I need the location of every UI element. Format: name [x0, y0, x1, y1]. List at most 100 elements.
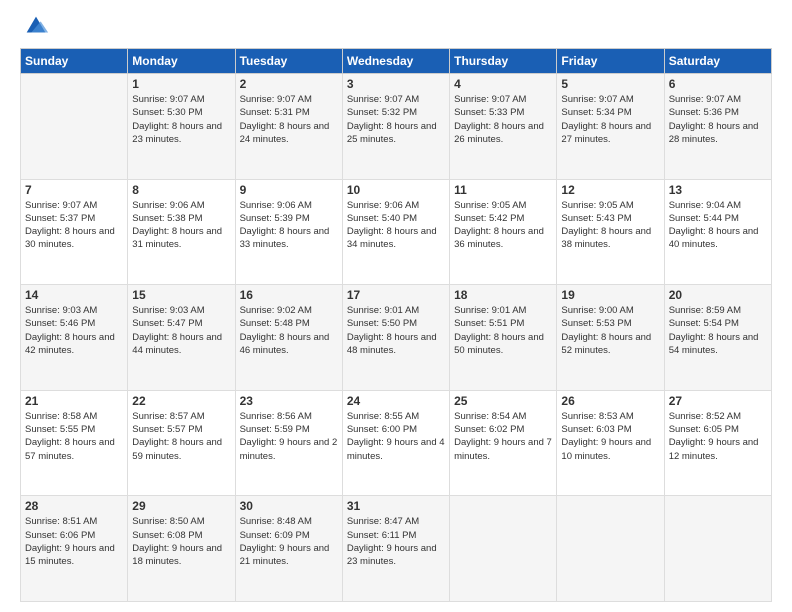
- day-info: Sunrise: 9:06 AMSunset: 5:39 PMDaylight:…: [240, 199, 338, 252]
- calendar-cell: 30 Sunrise: 8:48 AMSunset: 6:09 PMDayligh…: [235, 496, 342, 602]
- day-info: Sunrise: 9:02 AMSunset: 5:48 PMDaylight:…: [240, 304, 338, 357]
- calendar-cell: 11Sunrise: 9:05 AMSunset: 5:42 PMDayligh…: [450, 179, 557, 285]
- day-info: Sunrise: 9:05 AMSunset: 5:43 PMDaylight:…: [561, 199, 659, 252]
- calendar-cell: 7 Sunrise: 9:07 AMSunset: 5:37 PMDaylight…: [21, 179, 128, 285]
- calendar-cell: 22 Sunrise: 8:57 AMSunset: 5:57 PMDayligh…: [128, 390, 235, 496]
- calendar-week-row: 7 Sunrise: 9:07 AMSunset: 5:37 PMDaylight…: [21, 179, 772, 285]
- day-number: 19: [561, 288, 659, 302]
- calendar-cell: 23Sunrise: 8:56 AMSunset: 5:59 PMDayligh…: [235, 390, 342, 496]
- weekday-header: Wednesday: [342, 49, 449, 74]
- day-info: Sunrise: 8:53 AMSunset: 6:03 PMDaylight:…: [561, 410, 659, 463]
- day-number: 21: [25, 394, 123, 408]
- calendar-week-row: 1 Sunrise: 9:07 AMSunset: 5:30 PMDaylight…: [21, 74, 772, 180]
- calendar-cell: 3 Sunrise: 9:07 AMSunset: 5:32 PMDaylight…: [342, 74, 449, 180]
- day-info: Sunrise: 9:06 AMSunset: 5:38 PMDaylight:…: [132, 199, 230, 252]
- day-info: Sunrise: 8:55 AMSunset: 6:00 PMDaylight:…: [347, 410, 445, 463]
- day-info: Sunrise: 8:50 AMSunset: 6:08 PMDaylight:…: [132, 515, 230, 568]
- calendar-week-row: 28 Sunrise: 8:51 AMSunset: 6:06 PMDayligh…: [21, 496, 772, 602]
- calendar-cell: 17Sunrise: 9:01 AMSunset: 5:50 PMDayligh…: [342, 285, 449, 391]
- day-number: 29: [132, 499, 230, 513]
- day-number: 24: [347, 394, 445, 408]
- day-number: 18: [454, 288, 552, 302]
- calendar-cell: [21, 74, 128, 180]
- day-number: 10: [347, 183, 445, 197]
- header: [20, 16, 772, 40]
- day-number: 8: [132, 183, 230, 197]
- day-number: 12: [561, 183, 659, 197]
- calendar-cell: 1 Sunrise: 9:07 AMSunset: 5:30 PMDaylight…: [128, 74, 235, 180]
- calendar-cell: 26 Sunrise: 8:53 AMSunset: 6:03 PMDayligh…: [557, 390, 664, 496]
- day-info: Sunrise: 8:56 AMSunset: 5:59 PMDaylight:…: [240, 410, 338, 463]
- day-info: Sunrise: 9:06 AMSunset: 5:40 PMDaylight:…: [347, 199, 445, 252]
- day-info: Sunrise: 8:48 AMSunset: 6:09 PMDaylight:…: [240, 515, 338, 568]
- day-info: Sunrise: 8:59 AMSunset: 5:54 PMDaylight:…: [669, 304, 767, 357]
- day-info: Sunrise: 9:07 AMSunset: 5:30 PMDaylight:…: [132, 93, 230, 146]
- calendar-cell: 29 Sunrise: 8:50 AMSunset: 6:08 PMDayligh…: [128, 496, 235, 602]
- calendar-cell: [450, 496, 557, 602]
- day-info: Sunrise: 9:03 AMSunset: 5:46 PMDaylight:…: [25, 304, 123, 357]
- calendar-cell: 15 Sunrise: 9:03 AMSunset: 5:47 PMDayligh…: [128, 285, 235, 391]
- day-number: 6: [669, 77, 767, 91]
- calendar-cell: 19 Sunrise: 9:00 AMSunset: 5:53 PMDayligh…: [557, 285, 664, 391]
- calendar-header: SundayMondayTuesdayWednesdayThursdayFrid…: [21, 49, 772, 74]
- day-info: Sunrise: 9:07 AMSunset: 5:31 PMDaylight:…: [240, 93, 338, 146]
- calendar-cell: 12 Sunrise: 9:05 AMSunset: 5:43 PMDayligh…: [557, 179, 664, 285]
- day-info: Sunrise: 9:00 AMSunset: 5:53 PMDaylight:…: [561, 304, 659, 357]
- calendar-cell: 14 Sunrise: 9:03 AMSunset: 5:46 PMDayligh…: [21, 285, 128, 391]
- weekday-header: Friday: [557, 49, 664, 74]
- calendar-cell: 16 Sunrise: 9:02 AMSunset: 5:48 PMDayligh…: [235, 285, 342, 391]
- day-info: Sunrise: 9:07 AMSunset: 5:37 PMDaylight:…: [25, 199, 123, 252]
- calendar-cell: 31 Sunrise: 8:47 AMSunset: 6:11 PMDayligh…: [342, 496, 449, 602]
- page: SundayMondayTuesdayWednesdayThursdayFrid…: [0, 0, 792, 612]
- day-number: 15: [132, 288, 230, 302]
- weekday-header: Sunday: [21, 49, 128, 74]
- calendar-week-row: 21Sunrise: 8:58 AMSunset: 5:55 PMDayligh…: [21, 390, 772, 496]
- calendar-cell: 8 Sunrise: 9:06 AMSunset: 5:38 PMDaylight…: [128, 179, 235, 285]
- day-info: Sunrise: 9:05 AMSunset: 5:42 PMDaylight:…: [454, 199, 552, 252]
- day-info: Sunrise: 9:03 AMSunset: 5:47 PMDaylight:…: [132, 304, 230, 357]
- day-number: 28: [25, 499, 123, 513]
- logo: [20, 16, 50, 40]
- calendar-cell: 21Sunrise: 8:58 AMSunset: 5:55 PMDayligh…: [21, 390, 128, 496]
- day-info: Sunrise: 8:57 AMSunset: 5:57 PMDaylight:…: [132, 410, 230, 463]
- day-info: Sunrise: 8:51 AMSunset: 6:06 PMDaylight:…: [25, 515, 123, 568]
- day-number: 13: [669, 183, 767, 197]
- calendar-cell: 25 Sunrise: 8:54 AMSunset: 6:02 PMDayligh…: [450, 390, 557, 496]
- day-number: 22: [132, 394, 230, 408]
- day-number: 25: [454, 394, 552, 408]
- calendar-body: 1 Sunrise: 9:07 AMSunset: 5:30 PMDaylight…: [21, 74, 772, 602]
- weekday-header: Monday: [128, 49, 235, 74]
- calendar-cell: 24 Sunrise: 8:55 AMSunset: 6:00 PMDayligh…: [342, 390, 449, 496]
- calendar-cell: [557, 496, 664, 602]
- day-number: 16: [240, 288, 338, 302]
- calendar-cell: 10 Sunrise: 9:06 AMSunset: 5:40 PMDayligh…: [342, 179, 449, 285]
- day-number: 14: [25, 288, 123, 302]
- calendar-week-row: 14 Sunrise: 9:03 AMSunset: 5:46 PMDayligh…: [21, 285, 772, 391]
- day-number: 2: [240, 77, 338, 91]
- day-number: 26: [561, 394, 659, 408]
- weekday-header: Tuesday: [235, 49, 342, 74]
- day-number: 5: [561, 77, 659, 91]
- day-info: Sunrise: 8:52 AMSunset: 6:05 PMDaylight:…: [669, 410, 767, 463]
- weekday-row: SundayMondayTuesdayWednesdayThursdayFrid…: [21, 49, 772, 74]
- day-number: 4: [454, 77, 552, 91]
- day-number: 31: [347, 499, 445, 513]
- calendar-cell: 2 Sunrise: 9:07 AMSunset: 5:31 PMDaylight…: [235, 74, 342, 180]
- day-number: 30: [240, 499, 338, 513]
- day-info: Sunrise: 9:07 AMSunset: 5:33 PMDaylight:…: [454, 93, 552, 146]
- calendar-table: SundayMondayTuesdayWednesdayThursdayFrid…: [20, 48, 772, 602]
- day-number: 3: [347, 77, 445, 91]
- day-info: Sunrise: 9:01 AMSunset: 5:51 PMDaylight:…: [454, 304, 552, 357]
- calendar-cell: 6 Sunrise: 9:07 AMSunset: 5:36 PMDaylight…: [664, 74, 771, 180]
- day-info: Sunrise: 8:54 AMSunset: 6:02 PMDaylight:…: [454, 410, 552, 463]
- day-info: Sunrise: 9:07 AMSunset: 5:34 PMDaylight:…: [561, 93, 659, 146]
- day-number: 20: [669, 288, 767, 302]
- day-number: 1: [132, 77, 230, 91]
- calendar-cell: 28 Sunrise: 8:51 AMSunset: 6:06 PMDayligh…: [21, 496, 128, 602]
- day-number: 17: [347, 288, 445, 302]
- day-info: Sunrise: 8:47 AMSunset: 6:11 PMDaylight:…: [347, 515, 445, 568]
- calendar-cell: 5 Sunrise: 9:07 AMSunset: 5:34 PMDaylight…: [557, 74, 664, 180]
- day-info: Sunrise: 9:07 AMSunset: 5:32 PMDaylight:…: [347, 93, 445, 146]
- day-number: 7: [25, 183, 123, 197]
- day-info: Sunrise: 9:07 AMSunset: 5:36 PMDaylight:…: [669, 93, 767, 146]
